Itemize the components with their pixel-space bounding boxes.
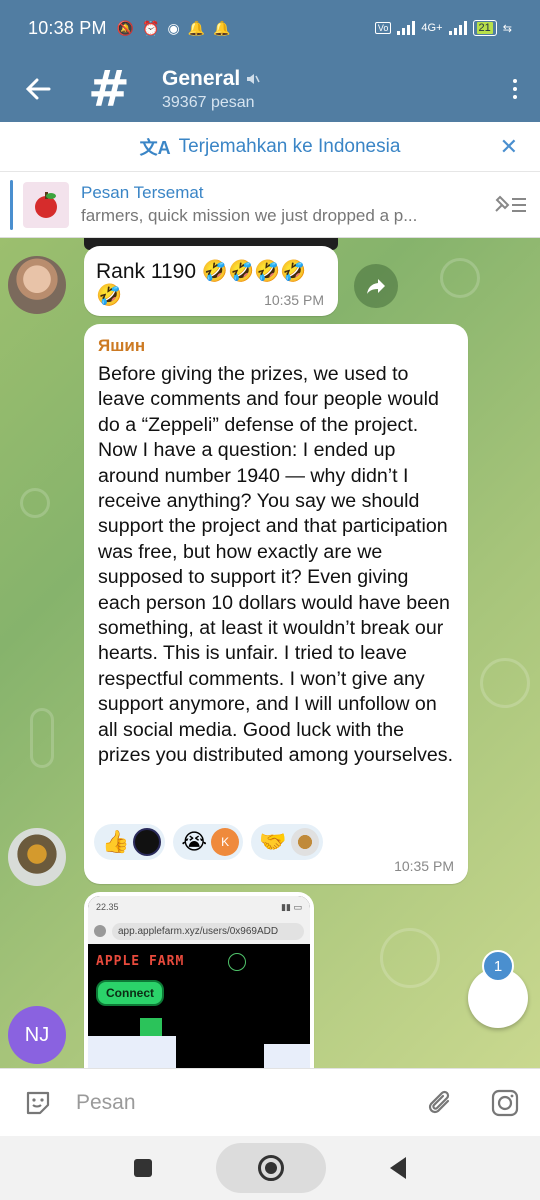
- background-doodle: [30, 708, 54, 768]
- applefarm-logo: APPLE FARM: [96, 954, 185, 969]
- chat-title: General: [162, 66, 241, 90]
- chat-header: # General 39367 pesan: [0, 56, 540, 122]
- bell-icon: 🔔: [213, 19, 231, 36]
- network-type: 4G+: [421, 22, 443, 34]
- more-vert-icon: [513, 79, 517, 83]
- user-avatar[interactable]: [8, 256, 66, 314]
- home-button[interactable]: [216, 1143, 326, 1193]
- sticker-icon: [26, 1091, 50, 1114]
- screenshot-body: APPLE FARM Connect: [88, 944, 310, 1068]
- pinned-message-bar[interactable]: Pesan Tersemat farmers, quick mission we…: [0, 172, 540, 238]
- pixel-apple-icon: [140, 1018, 162, 1036]
- background-doodle: [440, 258, 480, 298]
- message-bubble[interactable]: Яшин Before giving the prizes, we used t…: [84, 324, 468, 884]
- reactor-avatar: [133, 828, 162, 856]
- status-notification-icons: 🔕 ⏰ ◉ 🔔 🔔: [117, 20, 231, 37]
- reactor-avatar: K: [211, 828, 240, 856]
- message-composer: [0, 1068, 540, 1136]
- share-arrow-icon: [367, 279, 385, 294]
- camera-icon: [491, 1089, 519, 1116]
- pinned-thumbnail: [23, 181, 69, 228]
- pin-list-icon: [495, 195, 526, 212]
- translate-bar[interactable]: 文A Terjemahkan ke Indonesia ✕: [0, 122, 540, 172]
- message-time: 10:35 PM: [264, 292, 324, 308]
- background-doodle: [20, 488, 50, 518]
- reaction-chip[interactable]: 😭 K: [173, 824, 244, 860]
- reaction-emoji: 👍: [102, 829, 130, 854]
- connect-button-image: Connect: [96, 980, 164, 1006]
- more-options-button[interactable]: [490, 79, 540, 99]
- reaction-chip[interactable]: 👍: [94, 824, 166, 860]
- forward-button[interactable]: [354, 264, 398, 308]
- system-back-button[interactable]: [390, 1157, 406, 1179]
- system-nav-bar: [0, 1136, 540, 1200]
- background-doodle: [380, 928, 440, 988]
- user-avatar-initials[interactable]: NJ: [8, 1006, 66, 1064]
- back-button[interactable]: [0, 56, 76, 122]
- translate-label: Terjemahkan ke Indonesia: [178, 135, 401, 157]
- signal-icon: [397, 21, 416, 35]
- pinned-preview: farmers, quick mission we just dropped a…: [81, 206, 418, 225]
- pin-indicator: [10, 179, 13, 230]
- pixel-cloud: [264, 1044, 310, 1068]
- chat-title-row: General: [162, 67, 260, 91]
- screenshot-status-bar: 22.35 ▮▮ ▭: [88, 896, 310, 918]
- screenshot-status-icons: ▮▮ ▭: [281, 901, 302, 912]
- close-translate-button[interactable]: ✕: [500, 134, 518, 160]
- screenshot-time: 22.35: [96, 902, 119, 912]
- bell-icon: 🔔: [187, 19, 206, 36]
- pinned-title: Pesan Tersemat: [81, 183, 204, 202]
- charging-icon: ⇆: [502, 22, 512, 35]
- reaction-chip[interactable]: 🤝: [251, 824, 323, 860]
- screenshot-url-bar: app.applefarm.xyz/users/0x969ADD: [88, 918, 310, 944]
- apple-icon: [35, 191, 57, 218]
- muted-speaker-icon: [247, 73, 260, 84]
- reactor-avatar: [290, 828, 319, 856]
- message-bubble[interactable]: Rank 1190 🤣🤣🤣🤣🤣 10:35 PM: [84, 246, 338, 316]
- alarm-icon: ⏰: [142, 19, 160, 36]
- reaction-emoji: 😭: [181, 829, 208, 854]
- emoji-button[interactable]: [0, 1088, 76, 1118]
- reaction-emoji: 🤝: [259, 829, 287, 854]
- message-time: 10:35 PM: [394, 858, 454, 874]
- whatsapp-icon: ◉: [167, 19, 180, 36]
- message-input[interactable]: [76, 1090, 410, 1115]
- menu-circle-icon: [228, 953, 246, 971]
- message-count: 39367 pesan: [162, 93, 255, 111]
- pixel-cloud: [88, 1036, 176, 1068]
- signal-icon: [448, 21, 467, 35]
- mute-bell-icon: 🔕: [116, 19, 135, 36]
- arrow-left-icon: [25, 78, 51, 100]
- background-doodle: [480, 658, 530, 708]
- chat-title-block[interactable]: General 39367 pesan: [162, 67, 260, 112]
- screenshot-url: app.applefarm.xyz/users/0x969ADD: [112, 922, 304, 940]
- media-message-bubble[interactable]: 22.35 ▮▮ ▭ app.applefarm.xyz/users/0x969…: [84, 892, 314, 1068]
- status-bar: 10:38 PM 🔕 ⏰ ◉ 🔔 🔔 Vo 4G+ 21 ⇆: [0, 0, 540, 56]
- pinned-text: Pesan Tersemat farmers, quick mission we…: [81, 183, 480, 226]
- camera-button[interactable]: [470, 1088, 540, 1118]
- user-avatar[interactable]: [8, 828, 66, 886]
- message-text: Before giving the prizes, we used to lea…: [98, 363, 454, 767]
- home-circle-icon: [258, 1155, 284, 1181]
- attach-button[interactable]: [410, 1088, 470, 1118]
- volte-icon: Vo: [374, 22, 392, 34]
- paperclip-icon: [428, 1090, 450, 1113]
- home-circle-icon: [94, 925, 106, 937]
- screenshot-image[interactable]: 22.35 ▮▮ ▭ app.applefarm.xyz/users/0x969…: [88, 896, 310, 1068]
- translate-icon: 文A: [139, 137, 171, 158]
- reactions-row: 👍 😭 K 🤝: [94, 824, 323, 860]
- unread-badge: 1: [482, 950, 514, 982]
- sender-name[interactable]: Яшин: [98, 336, 454, 356]
- battery-icon: 21: [472, 20, 497, 36]
- pinned-list-button[interactable]: [480, 193, 540, 217]
- chat-avatar[interactable]: #: [76, 64, 142, 114]
- status-right: Vo 4G+ 21 ⇆: [374, 20, 512, 36]
- recent-apps-button[interactable]: [134, 1159, 152, 1177]
- battery-level: 21: [476, 22, 493, 34]
- status-time: 10:38 PM: [28, 17, 107, 38]
- chat-messages-area[interactable]: Rank 1190 🤣🤣🤣🤣🤣 10:35 PM Яшин Before giv…: [0, 238, 540, 1068]
